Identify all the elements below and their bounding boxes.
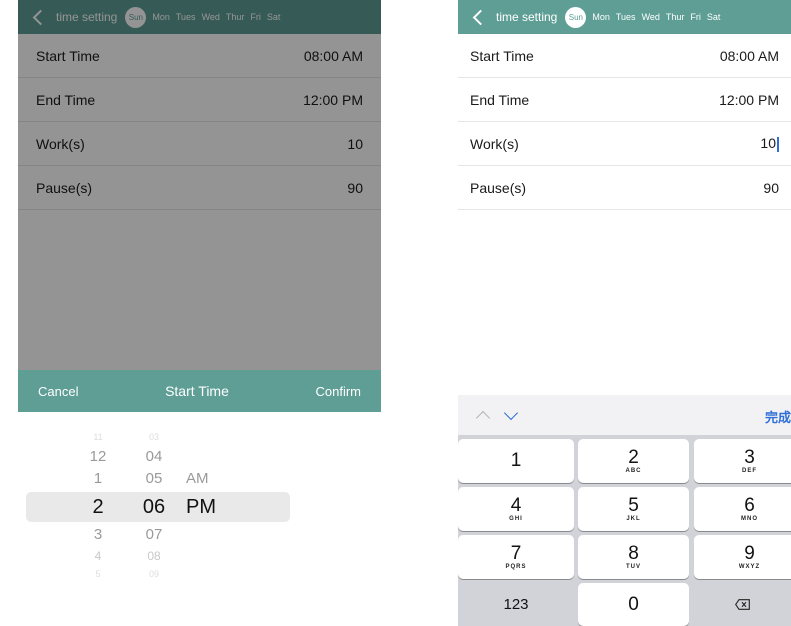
key-1[interactable]: 1: [458, 439, 574, 483]
numeric-keyboard: 完成 1 2 ABC 3 DEF 4 GHI 5 JKL 6 MNO 7 PQR…: [458, 395, 791, 626]
settings-screen-with-picker: time setting Sun Mon Tues Wed Thur Fri S…: [18, 0, 381, 610]
key-letters: PQRS: [505, 564, 527, 570]
picker-item: 03: [148, 432, 159, 442]
chevron-up-icon[interactable]: [475, 410, 491, 425]
nav-title: time setting: [496, 10, 558, 24]
row-label: Pause(s): [470, 179, 527, 196]
chevron-down-icon[interactable]: [503, 405, 519, 421]
day-fri[interactable]: Fri: [690, 12, 701, 22]
picker-item: 07: [145, 526, 163, 543]
key-letters: GHI: [509, 516, 523, 522]
picker-item: 05: [145, 470, 163, 487]
cancel-button[interactable]: Cancel: [38, 384, 78, 399]
key-3[interactable]: 3 DEF: [694, 439, 791, 483]
key-letters: JKL: [626, 516, 641, 522]
key-6[interactable]: 6 MNO: [694, 487, 791, 531]
picker-item: 11: [93, 432, 103, 442]
key-digit: 0: [628, 593, 639, 615]
picker-item: 1: [93, 470, 103, 487]
key-letters: WXYZ: [738, 564, 761, 570]
picker-item: 12: [89, 448, 107, 465]
key-letters: ABC: [625, 468, 642, 474]
day-thur[interactable]: Thur: [666, 12, 685, 22]
key-digit: 3: [744, 447, 755, 468]
day-selector: Sun Mon Tues Wed Thur Fri Sat: [565, 6, 721, 28]
start-time-row[interactable]: Start Time 08:00 AM: [458, 34, 791, 78]
picker-item-selected: PM: [186, 496, 216, 518]
settings-list: Start Time 08:00 AM End Time 12:00 PM Wo…: [458, 34, 791, 210]
key-123[interactable]: 123: [458, 583, 574, 626]
day-sun[interactable]: Sun: [565, 6, 587, 28]
picker-item: 04: [145, 448, 163, 465]
key-2[interactable]: 2 ABC: [578, 439, 689, 483]
keyboard-accessory-bar: 完成: [458, 395, 791, 435]
picker-item: AM: [186, 470, 209, 487]
key-5[interactable]: 5 JKL: [578, 487, 689, 531]
row-label: End Time: [470, 91, 530, 108]
day-wed[interactable]: Wed: [642, 12, 660, 22]
key-7[interactable]: 7 PQRS: [458, 535, 574, 579]
backspace-icon: [735, 599, 750, 610]
picker-item: 5: [95, 569, 101, 579]
nav-bar: time setting Sun Mon Tues Wed Thur Fri S…: [458, 0, 791, 34]
picker-item: 09: [148, 569, 159, 579]
picker-item-selected: 06: [142, 496, 166, 518]
day-mon[interactable]: Mon: [592, 12, 610, 22]
key-digit: 8: [628, 543, 639, 564]
key-label: 123: [503, 596, 529, 613]
end-time-row[interactable]: End Time 12:00 PM: [458, 78, 791, 122]
settings-screen-with-keyboard: time setting Sun Mon Tues Wed Thur Fri S…: [458, 0, 791, 626]
key-digit: 1: [510, 450, 522, 471]
key-8[interactable]: 8 TUV: [578, 535, 689, 579]
picker-item: 3: [93, 526, 103, 543]
input-value: 10: [760, 135, 776, 152]
dim-overlay[interactable]: [18, 0, 381, 370]
picker-item: 4: [94, 549, 102, 563]
key-0[interactable]: 0: [578, 583, 689, 626]
key-digit: 4: [510, 495, 522, 516]
row-value: 12:00 PM: [719, 91, 779, 108]
picker-item-selected: 2: [92, 496, 104, 518]
key-digit: 2: [628, 447, 639, 468]
day-sat[interactable]: Sat: [707, 12, 721, 22]
day-tues[interactable]: Tues: [616, 12, 636, 22]
key-letters: TUV: [626, 564, 641, 570]
key-digit: 5: [628, 495, 639, 516]
row-label: Start Time: [470, 47, 534, 64]
done-button[interactable]: 完成: [765, 407, 791, 426]
work-row[interactable]: Work(s) 10: [458, 122, 791, 166]
work-input[interactable]: 10: [760, 135, 779, 152]
row-value: 90: [763, 179, 779, 196]
picker-toolbar: Cancel Start Time Confirm: [18, 370, 381, 412]
key-letters: DEF: [742, 468, 757, 474]
row-value: 08:00 AM: [719, 47, 779, 64]
key-digit: 6: [744, 495, 755, 516]
confirm-button[interactable]: Confirm: [315, 384, 361, 399]
key-delete[interactable]: [694, 583, 791, 626]
chevron-left-icon[interactable]: [472, 9, 489, 25]
picker-title: Start Time: [165, 383, 229, 399]
key-letters: MNO: [741, 516, 758, 522]
key-9[interactable]: 9 WXYZ: [694, 535, 791, 579]
time-picker: 11 12 1 2 3 4 5 03 04 05 06 07 08 09 AM …: [18, 412, 381, 610]
picker-item: 08: [147, 549, 161, 563]
pause-row[interactable]: Pause(s) 90: [458, 166, 791, 210]
key-4[interactable]: 4 GHI: [458, 487, 574, 531]
text-caret: [777, 136, 779, 152]
key-digit: 9: [744, 543, 755, 564]
key-digit: 7: [510, 543, 522, 564]
row-label: Work(s): [470, 135, 519, 152]
